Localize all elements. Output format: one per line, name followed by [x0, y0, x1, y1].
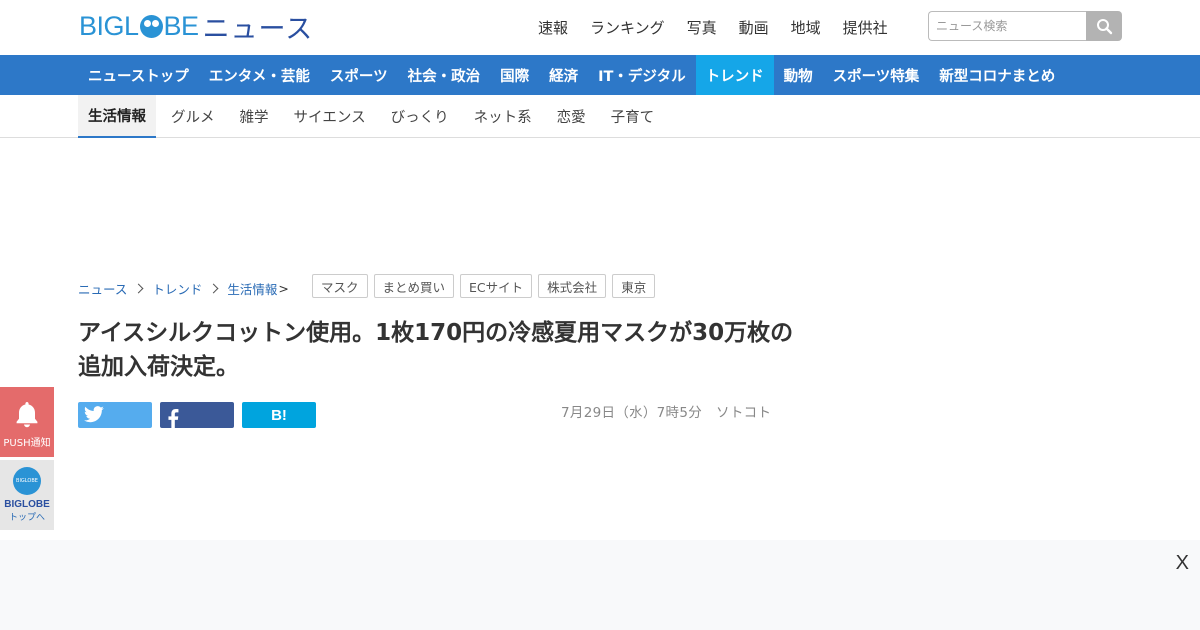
twitter-icon	[84, 406, 104, 423]
subtab-net[interactable]: ネット系	[464, 95, 542, 138]
top-nav-sokuho[interactable]: 速報	[538, 17, 568, 38]
tab-news-top[interactable]: ニューストップ	[78, 55, 199, 95]
tag-item[interactable]: まとめ買い	[373, 274, 455, 298]
biglobe-top-name: BIGLOBE	[4, 499, 50, 510]
search-input[interactable]	[928, 11, 1086, 41]
twitter-share-button[interactable]	[78, 402, 152, 428]
facebook-icon	[168, 409, 179, 429]
tag-item[interactable]: 株式会社	[538, 274, 607, 298]
breadcrumb-lifestyle[interactable]: 生活情報	[227, 279, 277, 298]
tab-sports[interactable]: スポーツ	[320, 55, 398, 95]
subtab-surprise[interactable]: びっくり	[381, 95, 459, 138]
share-buttons: B!	[78, 402, 324, 429]
article-source[interactable]: ソトコト	[716, 405, 771, 421]
tab-entertainment[interactable]: エンタメ・芸能	[199, 55, 320, 95]
tab-international[interactable]: 国際	[490, 55, 539, 95]
tag-item[interactable]: ECサイト	[460, 274, 533, 298]
tab-trend[interactable]: トレンド	[695, 55, 774, 95]
biglobe-mascot-icon: BIGLOBE	[13, 467, 41, 495]
bottom-ad-bar: X	[0, 540, 1200, 630]
top-nav-providers[interactable]: 提供社	[843, 17, 888, 38]
ad-close-button[interactable]: X	[1176, 552, 1189, 575]
tag-item[interactable]: マスク	[312, 274, 368, 298]
logo-face-icon	[139, 14, 163, 38]
top-nav-video[interactable]: 動画	[739, 17, 769, 38]
tag-list: マスク まとめ買い ECサイト 株式会社 東京	[312, 274, 661, 298]
sub-nav: 生活情報 グルメ 雑学 サイエンス びっくり ネット系 恋愛 子育て	[0, 95, 1200, 138]
biglobe-news-logo[interactable]: BIGL BE ニュース	[79, 10, 313, 45]
article-date: 7月29日（水）7時5分	[561, 405, 703, 421]
subtab-parenting[interactable]: 子育て	[601, 95, 665, 138]
top-nav: 速報 ランキング 写真 動画 地域 提供社	[538, 17, 910, 38]
tab-it-digital[interactable]: IT・デジタル	[588, 55, 696, 95]
hatena-bookmark-icon: B!	[271, 406, 287, 424]
chevron-right-icon	[208, 283, 219, 294]
tab-economy[interactable]: 経済	[539, 55, 588, 95]
biglobe-top-sub: トップへ	[8, 513, 45, 523]
facebook-share-button[interactable]	[160, 402, 234, 429]
subtab-lifestyle[interactable]: 生活情報	[78, 95, 156, 138]
subtab-science[interactable]: サイエンス	[284, 95, 376, 138]
biglobe-circle-text: BIGLOBE	[16, 478, 38, 484]
logo-news-text: ニュース	[202, 13, 314, 45]
search-icon	[1096, 18, 1112, 34]
top-nav-region[interactable]: 地域	[791, 17, 821, 38]
search-box	[928, 11, 1122, 41]
breadcrumb-end: >	[278, 281, 289, 296]
tab-society-politics[interactable]: 社会・政治	[398, 55, 491, 95]
top-nav-ranking[interactable]: ランキング	[590, 17, 665, 38]
bell-icon	[16, 402, 38, 428]
breadcrumb-trend[interactable]: トレンド	[152, 279, 202, 298]
site-header: BIGL BE ニュース 速報 ランキング 写真 動画 地域 提供社	[0, 0, 1200, 55]
push-label: PUSH通知	[3, 438, 51, 449]
article-meta: 7月29日（水）7時5分 ソトコト	[561, 401, 785, 421]
top-nav-photo[interactable]: 写真	[687, 17, 717, 38]
breadcrumb-news[interactable]: ニュース	[78, 279, 127, 298]
subtab-gourmet[interactable]: グルメ	[161, 95, 225, 138]
tab-sports-special[interactable]: スポーツ特集	[823, 55, 930, 95]
category-bar: ニューストップ エンタメ・芸能 スポーツ 社会・政治 国際 経済 IT・デジタル…	[0, 55, 1200, 95]
tab-animals[interactable]: 動物	[774, 55, 823, 95]
push-notification-button[interactable]: PUSH通知	[0, 387, 54, 457]
subtab-love[interactable]: 恋愛	[547, 95, 596, 138]
logo-wordmark: BIGL BE	[79, 10, 199, 41]
biglobe-top-button[interactable]: BIGLOBE BIGLOBE トップへ	[0, 460, 54, 530]
tab-corona-summary[interactable]: 新型コロナまとめ	[929, 55, 1065, 95]
breadcrumb: ニュース トレンド 生活情報 >	[78, 279, 289, 298]
hatena-bookmark-button[interactable]: B!	[242, 402, 316, 428]
chevron-right-icon	[133, 283, 144, 294]
search-button[interactable]	[1086, 11, 1122, 41]
tag-item[interactable]: 東京	[612, 274, 656, 298]
article-headline: アイスシルクコットン使用。1枚170円の冷感夏用マスクが30万枚の追加入荷決定。	[78, 320, 794, 380]
subtab-trivia[interactable]: 雑学	[230, 95, 279, 138]
